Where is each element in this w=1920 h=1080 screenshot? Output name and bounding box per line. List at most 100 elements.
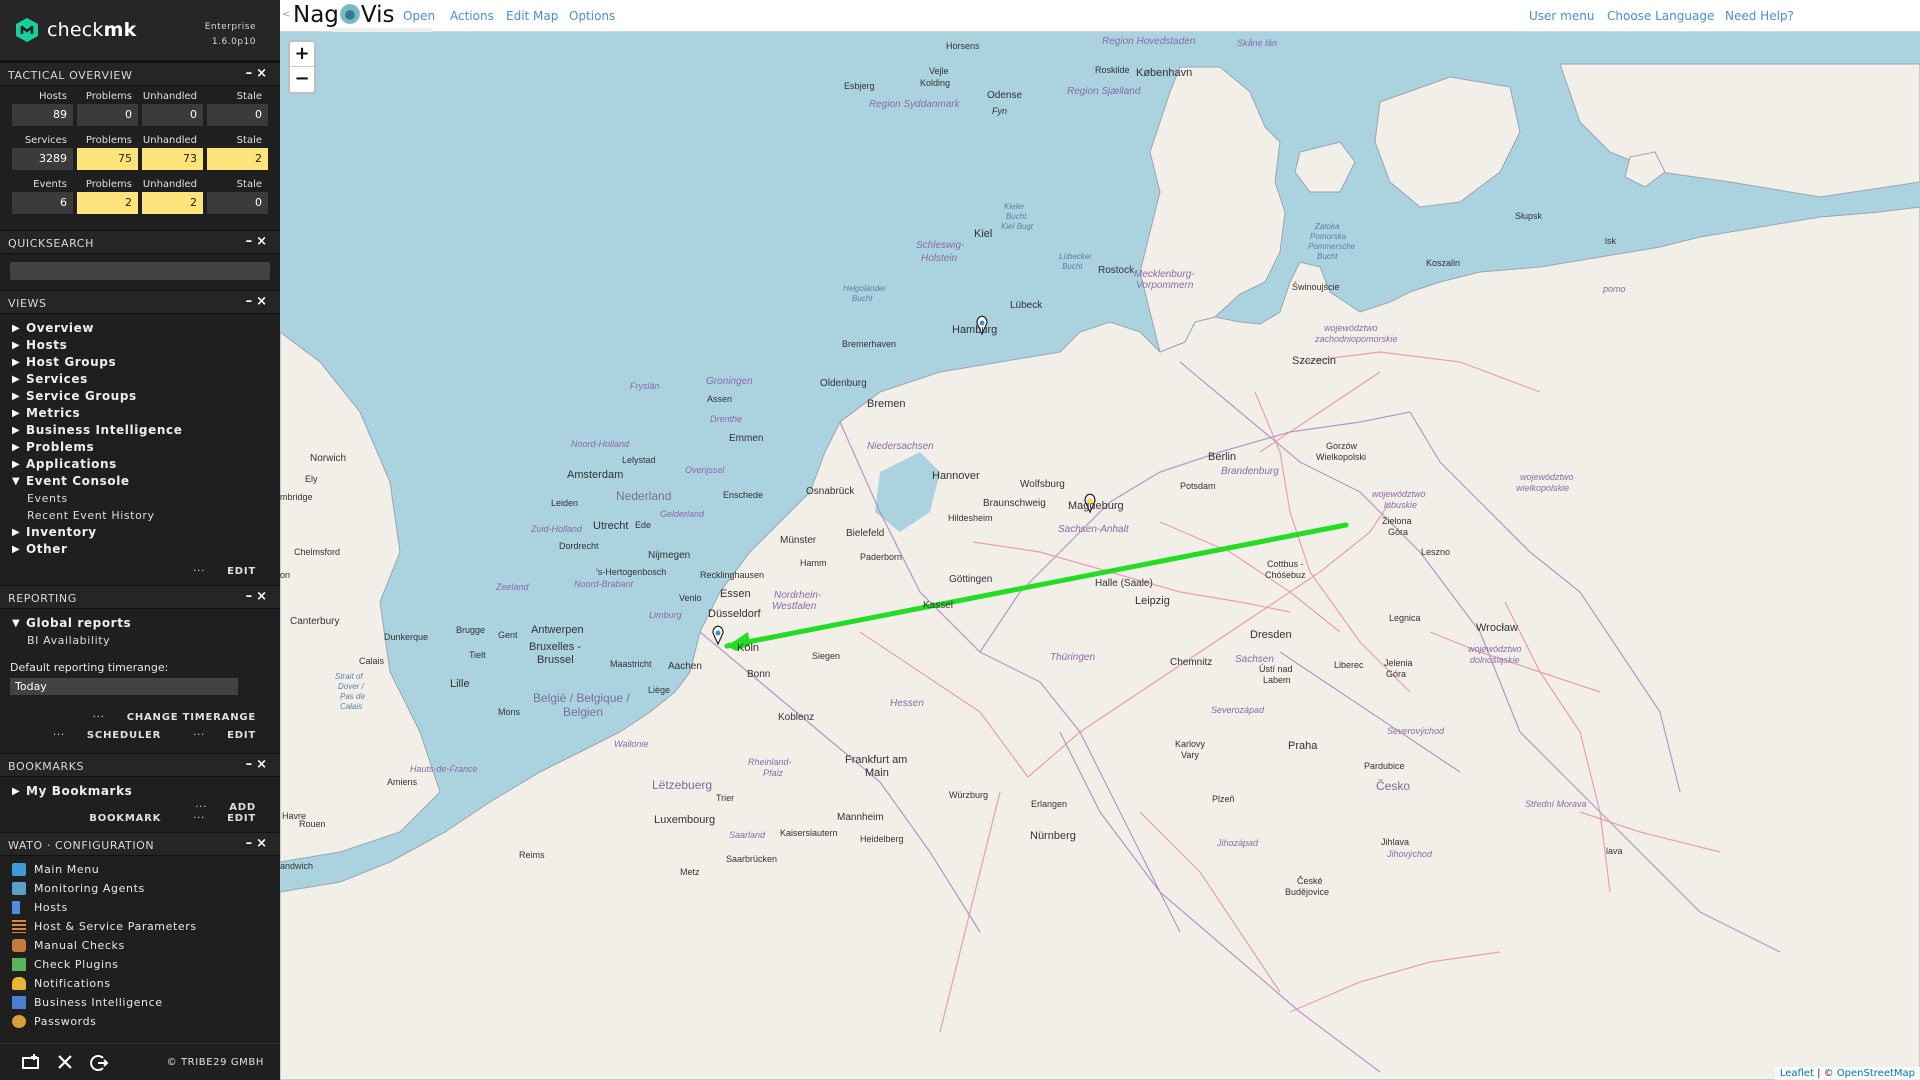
wato-item-hosts[interactable]: Hosts — [12, 898, 280, 917]
snapin-controls[interactable]: –× — [246, 294, 271, 309]
wato-item-notifications[interactable]: Notifications — [12, 974, 280, 993]
events-count[interactable]: 6 — [12, 192, 73, 214]
services-unhandled[interactable]: 73 — [142, 148, 203, 170]
snapin-header-reporting[interactable]: REPORTING –× — [0, 585, 280, 609]
snapin-header-tactical[interactable]: TACTICAL OVERVIEW –× — [0, 62, 280, 86]
snapin-controls[interactable]: –× — [246, 757, 271, 772]
wato-item-check-plugins[interactable]: Check Plugins — [12, 955, 280, 974]
bi-icon — [12, 996, 26, 1009]
label-nrw1: Nordrhein- — [774, 590, 822, 601]
reporting-edit-link[interactable]: ··· EDIT — [177, 730, 256, 741]
hosts-icon — [12, 901, 20, 914]
views-item-problems[interactable]: ▶ Problems — [12, 439, 280, 456]
close-icon[interactable]: × — [256, 836, 271, 851]
bookmarks-my-bookmarks[interactable]: ▶ My Bookmarks — [12, 783, 280, 800]
hosts-problems[interactable]: 0 — [77, 104, 138, 126]
label-liege: Liège — [648, 685, 670, 695]
hosts-count[interactable]: 89 — [12, 104, 73, 126]
views-subitem-recent-event-history[interactable]: Recent Event History — [12, 507, 280, 524]
change-timerange-link[interactable]: ··· CHANGE TIMERANGE — [77, 712, 256, 723]
views-item-other[interactable]: ▶ Other — [12, 541, 280, 558]
close-icon[interactable]: × — [256, 234, 271, 249]
close-icon[interactable]: × — [256, 757, 271, 772]
snapin-header-quicksearch[interactable]: QUICKSEARCH –× — [0, 230, 280, 254]
views-item-event-console[interactable]: ▼ Event Console — [12, 473, 280, 490]
wato-item-host-service-parameters[interactable]: Host & Service Parameters — [12, 917, 280, 936]
osm-link[interactable]: OpenStreetMap — [1837, 1068, 1915, 1079]
choose-language[interactable]: Choose Language — [1607, 9, 1714, 23]
snapin-controls[interactable]: –× — [246, 836, 271, 851]
label-vejle: Vejle — [929, 66, 949, 76]
views-item-label: Hosts — [26, 338, 68, 352]
hosts-stale[interactable]: 0 — [207, 104, 268, 126]
label-strait2: Dover / — [338, 682, 365, 691]
views-item-inventory[interactable]: ▶ Inventory — [12, 524, 280, 541]
sidebar-add-snapin-icon[interactable] — [20, 1053, 42, 1073]
services-stale[interactable]: 2 — [207, 148, 268, 170]
scheduler-link[interactable]: ··· SCHEDULER — [37, 730, 161, 741]
snapin-header-bookmarks[interactable]: BOOKMARKS –× — [0, 753, 280, 777]
snapin-header-wato[interactable]: WATO · CONFIGURATION –× — [0, 832, 280, 856]
user-menu[interactable]: User menu — [1529, 9, 1594, 23]
views-item-overview[interactable]: ▶ Overview — [12, 320, 280, 337]
label-nrw2: Westfalen — [772, 601, 817, 612]
reporting-global-reports[interactable]: ▼ Global reports — [12, 615, 280, 632]
zoom-out-button[interactable]: − — [290, 67, 314, 92]
minimize-icon[interactable]: – — [246, 66, 257, 81]
nagvis-logo[interactable]: Nag Vis — [293, 2, 395, 28]
wato-item-passwords[interactable]: Passwords — [12, 1012, 280, 1031]
minimize-icon[interactable]: – — [246, 836, 257, 851]
services-count[interactable]: 3289 — [12, 148, 73, 170]
to-label: Unhandled — [142, 135, 197, 146]
bookmarks-edit-link[interactable]: ··· EDIT — [177, 813, 256, 824]
views-subitem-events[interactable]: Events — [12, 490, 280, 507]
wato-item-manual-checks[interactable]: Manual Checks — [12, 936, 280, 955]
leaflet-link[interactable]: Leaflet — [1780, 1068, 1814, 1079]
views-edit-link[interactable]: ··· EDIT — [177, 566, 256, 577]
close-icon[interactable]: × — [256, 66, 271, 81]
views-item-host-groups[interactable]: ▶ Host Groups — [12, 354, 280, 371]
logout-icon[interactable] — [88, 1053, 110, 1073]
label-hauts-de-france: Hauts-de-France — [410, 764, 478, 774]
menu-open[interactable]: Open — [403, 9, 435, 23]
close-icon[interactable]: × — [256, 294, 271, 309]
timerange-select[interactable]: Today — [10, 678, 238, 695]
label-amiens: Amiens — [387, 777, 418, 787]
zoom-in-button[interactable]: + — [290, 42, 314, 67]
wato-item-monitoring-agents[interactable]: Monitoring Agents — [12, 879, 280, 898]
need-help[interactable]: Need Help? — [1725, 9, 1794, 23]
events-problems[interactable]: 2 — [77, 192, 138, 214]
hosts-unhandled[interactable]: 0 — [142, 104, 203, 126]
snapin-controls[interactable]: –× — [246, 234, 271, 249]
close-icon[interactable]: × — [256, 589, 271, 604]
views-item-service-groups[interactable]: ▶ Service Groups — [12, 388, 280, 405]
menu-edit-map[interactable]: Edit Map — [506, 9, 558, 23]
snapin-controls[interactable]: –× — [246, 589, 271, 604]
minimize-icon[interactable]: – — [246, 294, 257, 309]
wato-item-main-menu[interactable]: Main Menu — [12, 860, 280, 879]
geo-map[interactable]: Hamburg Bremen Hannover Berlin Magdeburg… — [280, 32, 1920, 1080]
views-item-applications[interactable]: ▶ Applications — [12, 456, 280, 473]
views-item-business-intelligence[interactable]: ▶ Business Intelligence — [12, 422, 280, 439]
snapin-header-views[interactable]: VIEWS –× — [0, 290, 280, 314]
sidebar-settings-icon[interactable] — [54, 1053, 76, 1073]
checkmk-logo[interactable]: checkmk — [14, 17, 136, 43]
services-problems[interactable]: 75 — [77, 148, 138, 170]
views-item-services[interactable]: ▶ Services — [12, 371, 280, 388]
events-stale[interactable]: 0 — [207, 192, 268, 214]
minimize-icon[interactable]: – — [246, 757, 257, 772]
events-unhandled[interactable]: 2 — [142, 192, 203, 214]
quicksearch-input[interactable] — [10, 262, 270, 280]
wato-item-business-intelligence[interactable]: Business Intelligence — [12, 993, 280, 1012]
views-item-metrics[interactable]: ▶ Metrics — [12, 405, 280, 422]
menu-actions[interactable]: Actions — [450, 9, 494, 23]
collapse-sidebar-icon[interactable]: < — [282, 9, 290, 20]
minimize-icon[interactable]: – — [246, 234, 257, 249]
minimize-icon[interactable]: – — [246, 589, 257, 604]
label-lubecker2: Bucht — [1062, 262, 1083, 271]
snapin-controls[interactable]: –× — [246, 66, 271, 81]
reporting-bi-availability[interactable]: BI Availability — [12, 632, 280, 649]
views-item-hosts[interactable]: ▶ Hosts — [12, 337, 280, 354]
menu-options[interactable]: Options — [569, 9, 615, 23]
tactical-overview: Hosts Problems Unhandled Stale 89 0 0 0 … — [0, 86, 280, 230]
